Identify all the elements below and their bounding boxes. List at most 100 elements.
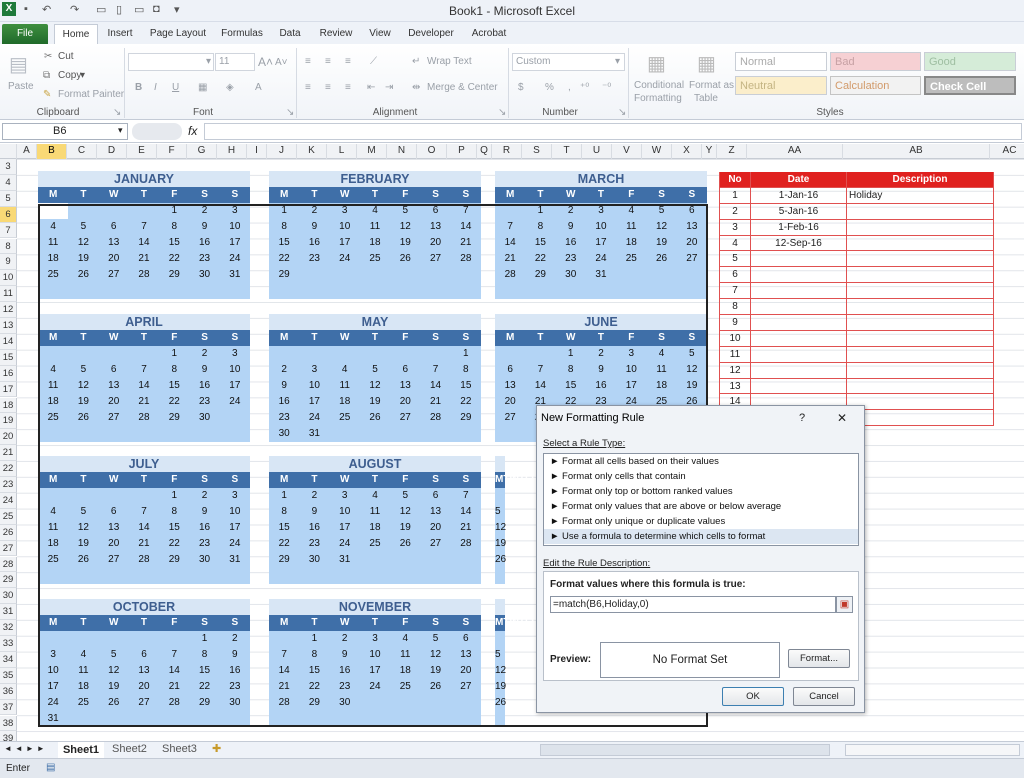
day-cell[interactable]: 29 bbox=[299, 695, 329, 711]
holiday-description[interactable] bbox=[847, 362, 994, 378]
day-cell[interactable] bbox=[269, 568, 299, 584]
holiday-description[interactable] bbox=[847, 410, 994, 426]
day-cell[interactable]: 24 bbox=[360, 679, 390, 695]
day-cell[interactable]: 21 bbox=[420, 394, 450, 410]
day-cell[interactable]: 6 bbox=[99, 504, 129, 520]
column-header[interactable]: AA bbox=[747, 144, 843, 159]
holiday-description[interactable]: Holiday bbox=[847, 187, 994, 203]
style-check-cell[interactable]: Check Cell bbox=[924, 76, 1016, 95]
day-cell[interactable]: 11 bbox=[390, 647, 420, 663]
day-cell[interactable] bbox=[38, 346, 68, 362]
row-header[interactable]: 19 bbox=[0, 413, 17, 430]
day-cell[interactable]: 3 bbox=[586, 203, 616, 219]
day-cell[interactable]: 2 bbox=[189, 203, 219, 219]
day-cell[interactable]: 6 bbox=[129, 647, 159, 663]
day-cell[interactable]: 29 bbox=[159, 552, 189, 568]
holiday-description[interactable] bbox=[847, 251, 994, 267]
row-header[interactable]: 27 bbox=[0, 540, 17, 557]
day-cell[interactable] bbox=[99, 346, 129, 362]
day-cell[interactable] bbox=[68, 426, 98, 442]
day-cell[interactable]: 12 bbox=[420, 647, 450, 663]
day-cell[interactable]: 31 bbox=[220, 552, 250, 568]
row-header[interactable]: 22 bbox=[0, 461, 17, 477]
day-cell[interactable] bbox=[451, 568, 481, 584]
day-cell[interactable]: 10 bbox=[38, 663, 68, 679]
day-cell[interactable]: 30 bbox=[556, 267, 586, 283]
day-cell[interactable]: 17 bbox=[220, 378, 250, 394]
day-cell[interactable]: 22 bbox=[159, 251, 189, 267]
day-cell[interactable]: 3 bbox=[38, 647, 68, 663]
day-cell[interactable] bbox=[360, 346, 390, 362]
row-header[interactable]: 25 bbox=[0, 508, 17, 525]
day-cell[interactable]: 3 bbox=[299, 362, 329, 378]
holiday-date[interactable] bbox=[751, 362, 847, 378]
day-cell[interactable] bbox=[646, 267, 676, 283]
fill-color-icon[interactable]: ◈ bbox=[226, 82, 234, 93]
day-cell[interactable]: 25 bbox=[616, 251, 646, 267]
day-cell[interactable]: 29 bbox=[189, 695, 219, 711]
day-cell[interactable]: 3 bbox=[360, 631, 390, 647]
day-cell[interactable]: 5 bbox=[68, 219, 98, 235]
borders-icon[interactable]: ▦ bbox=[198, 82, 207, 93]
day-cell[interactable] bbox=[495, 346, 525, 362]
day-cell[interactable]: 18 bbox=[360, 235, 390, 251]
day-cell[interactable] bbox=[129, 426, 159, 442]
holiday-no[interactable]: 3 bbox=[719, 219, 751, 235]
day-cell[interactable] bbox=[68, 568, 98, 584]
day-cell[interactable]: 27 bbox=[129, 695, 159, 711]
macro-record-icon[interactable]: ▤ bbox=[46, 762, 55, 773]
holiday-description[interactable] bbox=[847, 378, 994, 394]
copy-button[interactable]: Copy bbox=[58, 70, 81, 81]
name-box[interactable]: B6 bbox=[2, 123, 128, 140]
day-cell[interactable]: 21 bbox=[129, 536, 159, 552]
day-cell[interactable]: 23 bbox=[299, 536, 329, 552]
day-cell[interactable] bbox=[129, 631, 159, 647]
row-header[interactable]: 21 bbox=[0, 445, 17, 462]
day-cell[interactable]: 29 bbox=[451, 410, 481, 426]
row-header[interactable]: 31 bbox=[0, 604, 17, 621]
day-cell[interactable]: 30 bbox=[269, 426, 299, 442]
day-cell[interactable]: 24 bbox=[220, 394, 250, 410]
row-header[interactable]: 26 bbox=[0, 524, 17, 541]
row-header[interactable]: 4 bbox=[0, 174, 17, 191]
day-cell[interactable]: 9 bbox=[299, 219, 329, 235]
number-launcher-icon[interactable]: ↘ bbox=[618, 107, 626, 118]
day-cell[interactable]: 18 bbox=[38, 394, 68, 410]
day-cell[interactable]: 20 bbox=[99, 394, 129, 410]
day-cell[interactable] bbox=[189, 711, 219, 727]
row-header[interactable]: 15 bbox=[0, 349, 17, 366]
row-header[interactable]: 37 bbox=[0, 699, 17, 716]
day-cell[interactable]: 4 bbox=[68, 647, 98, 663]
decrease-decimal-icon[interactable]: ⁻⁰ bbox=[602, 82, 611, 93]
holiday-no[interactable]: 1 bbox=[719, 187, 751, 203]
holiday-date[interactable]: 5-Jan-16 bbox=[751, 203, 847, 219]
day-cell[interactable] bbox=[451, 283, 481, 299]
day-cell[interactable] bbox=[390, 552, 420, 568]
column-header[interactable]: E bbox=[127, 144, 157, 159]
day-cell[interactable] bbox=[495, 426, 525, 442]
column-header[interactable]: U bbox=[582, 144, 612, 159]
bold-icon[interactable]: B bbox=[135, 82, 142, 93]
day-cell[interactable]: 4 bbox=[616, 203, 646, 219]
day-cell[interactable]: 4 bbox=[360, 203, 390, 219]
day-cell[interactable]: 10 bbox=[360, 647, 390, 663]
day-cell[interactable]: 7 bbox=[129, 362, 159, 378]
style-calculation[interactable]: Calculation bbox=[830, 76, 921, 95]
day-cell[interactable]: 19 bbox=[420, 663, 450, 679]
day-cell[interactable] bbox=[99, 488, 129, 504]
day-cell[interactable]: 29 bbox=[269, 267, 299, 283]
day-cell[interactable]: 23 bbox=[269, 410, 299, 426]
column-header[interactable]: I bbox=[247, 144, 267, 159]
day-cell[interactable] bbox=[451, 711, 481, 727]
day-cell[interactable]: 11 bbox=[360, 504, 390, 520]
day-cell[interactable]: 21 bbox=[269, 679, 299, 695]
day-cell[interactable]: 14 bbox=[129, 520, 159, 536]
holiday-date[interactable] bbox=[751, 315, 847, 330]
column-header[interactable]: Q bbox=[477, 144, 492, 159]
day-cell[interactable]: 9 bbox=[189, 362, 219, 378]
day-cell[interactable]: 12 bbox=[390, 504, 420, 520]
day-cell[interactable]: 1 bbox=[159, 203, 189, 219]
day-cell[interactable]: 8 bbox=[451, 362, 481, 378]
day-cell[interactable]: 19 bbox=[677, 378, 707, 394]
row-header[interactable]: 33 bbox=[0, 636, 17, 652]
